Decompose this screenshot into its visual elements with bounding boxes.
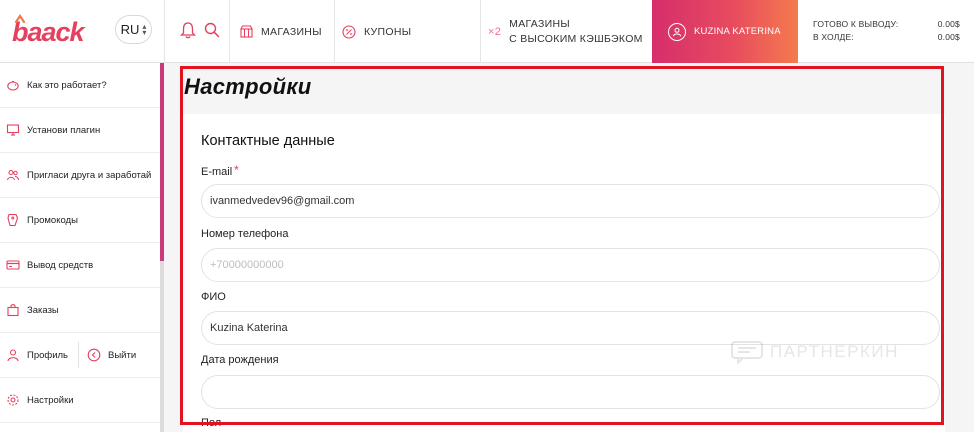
tag-icon: [7, 213, 19, 227]
birthdate-label: Дата рождения: [201, 354, 279, 366]
gender-label: Пол: [201, 417, 222, 429]
watermark: ПАРТНЕРКИН: [730, 340, 899, 364]
user-profile-button[interactable]: KUZINA KATERINA: [652, 0, 798, 63]
sidebar-item-label: Установи плагин: [27, 124, 101, 136]
sidebar: Как это работает? Установи плагин Пригла…: [0, 63, 160, 432]
header-divider: [480, 0, 481, 63]
bag-icon: [7, 304, 19, 317]
email-label-text: E-mail: [201, 166, 233, 178]
sidebar-item-settings[interactable]: Настройки: [0, 378, 160, 423]
hold-value: 0.00$: [937, 32, 960, 42]
bell-icon[interactable]: [180, 21, 196, 39]
sidebar-item-label: Пригласи друга и заработай: [27, 169, 152, 181]
header-divider: [229, 0, 230, 63]
phone-field[interactable]: [201, 248, 940, 282]
balance-hold-row: В ХОЛДЕ: 0.00$: [813, 31, 960, 44]
language-select[interactable]: RU ▴ ▾: [115, 15, 152, 44]
required-mark: *: [234, 163, 239, 177]
email-label: E-mail *: [201, 163, 239, 178]
sidebar-item-label: Как это работает?: [27, 79, 107, 91]
nav-high-cashback[interactable]: ×2 МАГАЗИНЫ С ВЫСОКИМ КЭШБЭКОМ: [488, 0, 643, 63]
watermark-logo-icon: [731, 341, 763, 364]
user-name: KUZINA KATERINA: [694, 26, 781, 37]
hold-label: В ХОЛДЕ:: [813, 32, 854, 42]
language-value: RU: [120, 22, 140, 37]
profile-logout-divider: [78, 342, 80, 368]
sidebar-item-label: Заказы: [27, 304, 59, 316]
fullname-label: ФИО: [201, 291, 226, 303]
nav-coupons[interactable]: КУПОНЫ: [342, 0, 411, 63]
section-title-contacts: Контактные данные: [201, 133, 335, 149]
monitor-icon: [6, 124, 20, 136]
card-icon: [6, 260, 20, 270]
updown-arrows-icon: ▴ ▾: [142, 21, 147, 37]
logout-icon: [87, 348, 101, 362]
watermark-text: ПАРТНЕРКИН: [770, 342, 899, 361]
sidebar-item-profile[interactable]: Профиль: [0, 333, 68, 377]
sidebar-profile-logout-row: Профиль Выйти: [0, 333, 160, 378]
birthdate-field[interactable]: [201, 375, 940, 409]
sidebar-logout-label: Выйти: [108, 349, 137, 361]
sidebar-item-withdraw[interactable]: Вывод средств: [0, 243, 160, 288]
nav-high-cashback-line1: МАГАЗИНЫ: [509, 17, 570, 30]
baack-logo[interactable]: baack: [10, 14, 102, 48]
sidebar-item-how-it-works[interactable]: Как это работает?: [0, 63, 160, 108]
sidebar-item-logout[interactable]: Выйти: [87, 333, 136, 377]
nav-shops-label: МАГАЗИНЫ: [261, 25, 322, 38]
sidebar-item-promocodes[interactable]: Промокоды: [0, 198, 160, 243]
nav-coupons-label: КУПОНЫ: [364, 25, 412, 38]
email-field[interactable]: [201, 184, 940, 218]
withdraw-value: 0.00$: [937, 19, 960, 29]
sidebar-profile-label: Профиль: [27, 349, 69, 361]
header-divider: [334, 0, 335, 63]
store-icon: [240, 25, 253, 38]
page-title: Настройки: [184, 74, 312, 99]
coupon-icon: [342, 24, 356, 39]
withdraw-label: ГОТОВО К ВЫВОДУ:: [813, 19, 899, 29]
sidebar-item-label: Промокоды: [27, 214, 78, 226]
top-header: baack RU ▴ ▾ МАГАЗИНЫ КУПОНЫ ×2 МАГАЗИНЫ…: [0, 0, 974, 63]
gear-icon: [7, 394, 19, 406]
header-divider: [164, 0, 165, 63]
nav-high-cashback-line2: С ВЫСОКИМ КЭШБЭКОМ: [509, 32, 643, 45]
phone-label: Номер телефона: [201, 228, 289, 240]
sidebar-item-install-plugin[interactable]: Установи плагин: [0, 108, 160, 153]
user-icon: [7, 349, 19, 362]
friends-icon: [6, 169, 19, 181]
balance-block: ГОТОВО К ВЫВОДУ: 0.00$ В ХОЛДЕ: 0.00$: [813, 18, 960, 44]
x2-badge: ×2: [488, 25, 502, 38]
nav-shops[interactable]: МАГАЗИНЫ: [240, 0, 322, 63]
sidebar-item-orders[interactable]: Заказы: [0, 288, 160, 333]
search-icon[interactable]: [204, 22, 220, 38]
sidebar-settings-label: Настройки: [27, 394, 74, 406]
sidebar-item-invite-friend[interactable]: Пригласи друга и заработай: [0, 153, 160, 198]
sidebar-item-label: Вывод средств: [27, 259, 94, 271]
piggy-icon: [7, 80, 19, 91]
nav-high-cashback-label: МАГАЗИНЫ С ВЫСОКИМ КЭШБЭКОМ: [509, 17, 643, 47]
user-avatar-icon: [668, 22, 686, 41]
balance-withdraw-row: ГОТОВО К ВЫВОДУ: 0.00$: [813, 18, 960, 31]
